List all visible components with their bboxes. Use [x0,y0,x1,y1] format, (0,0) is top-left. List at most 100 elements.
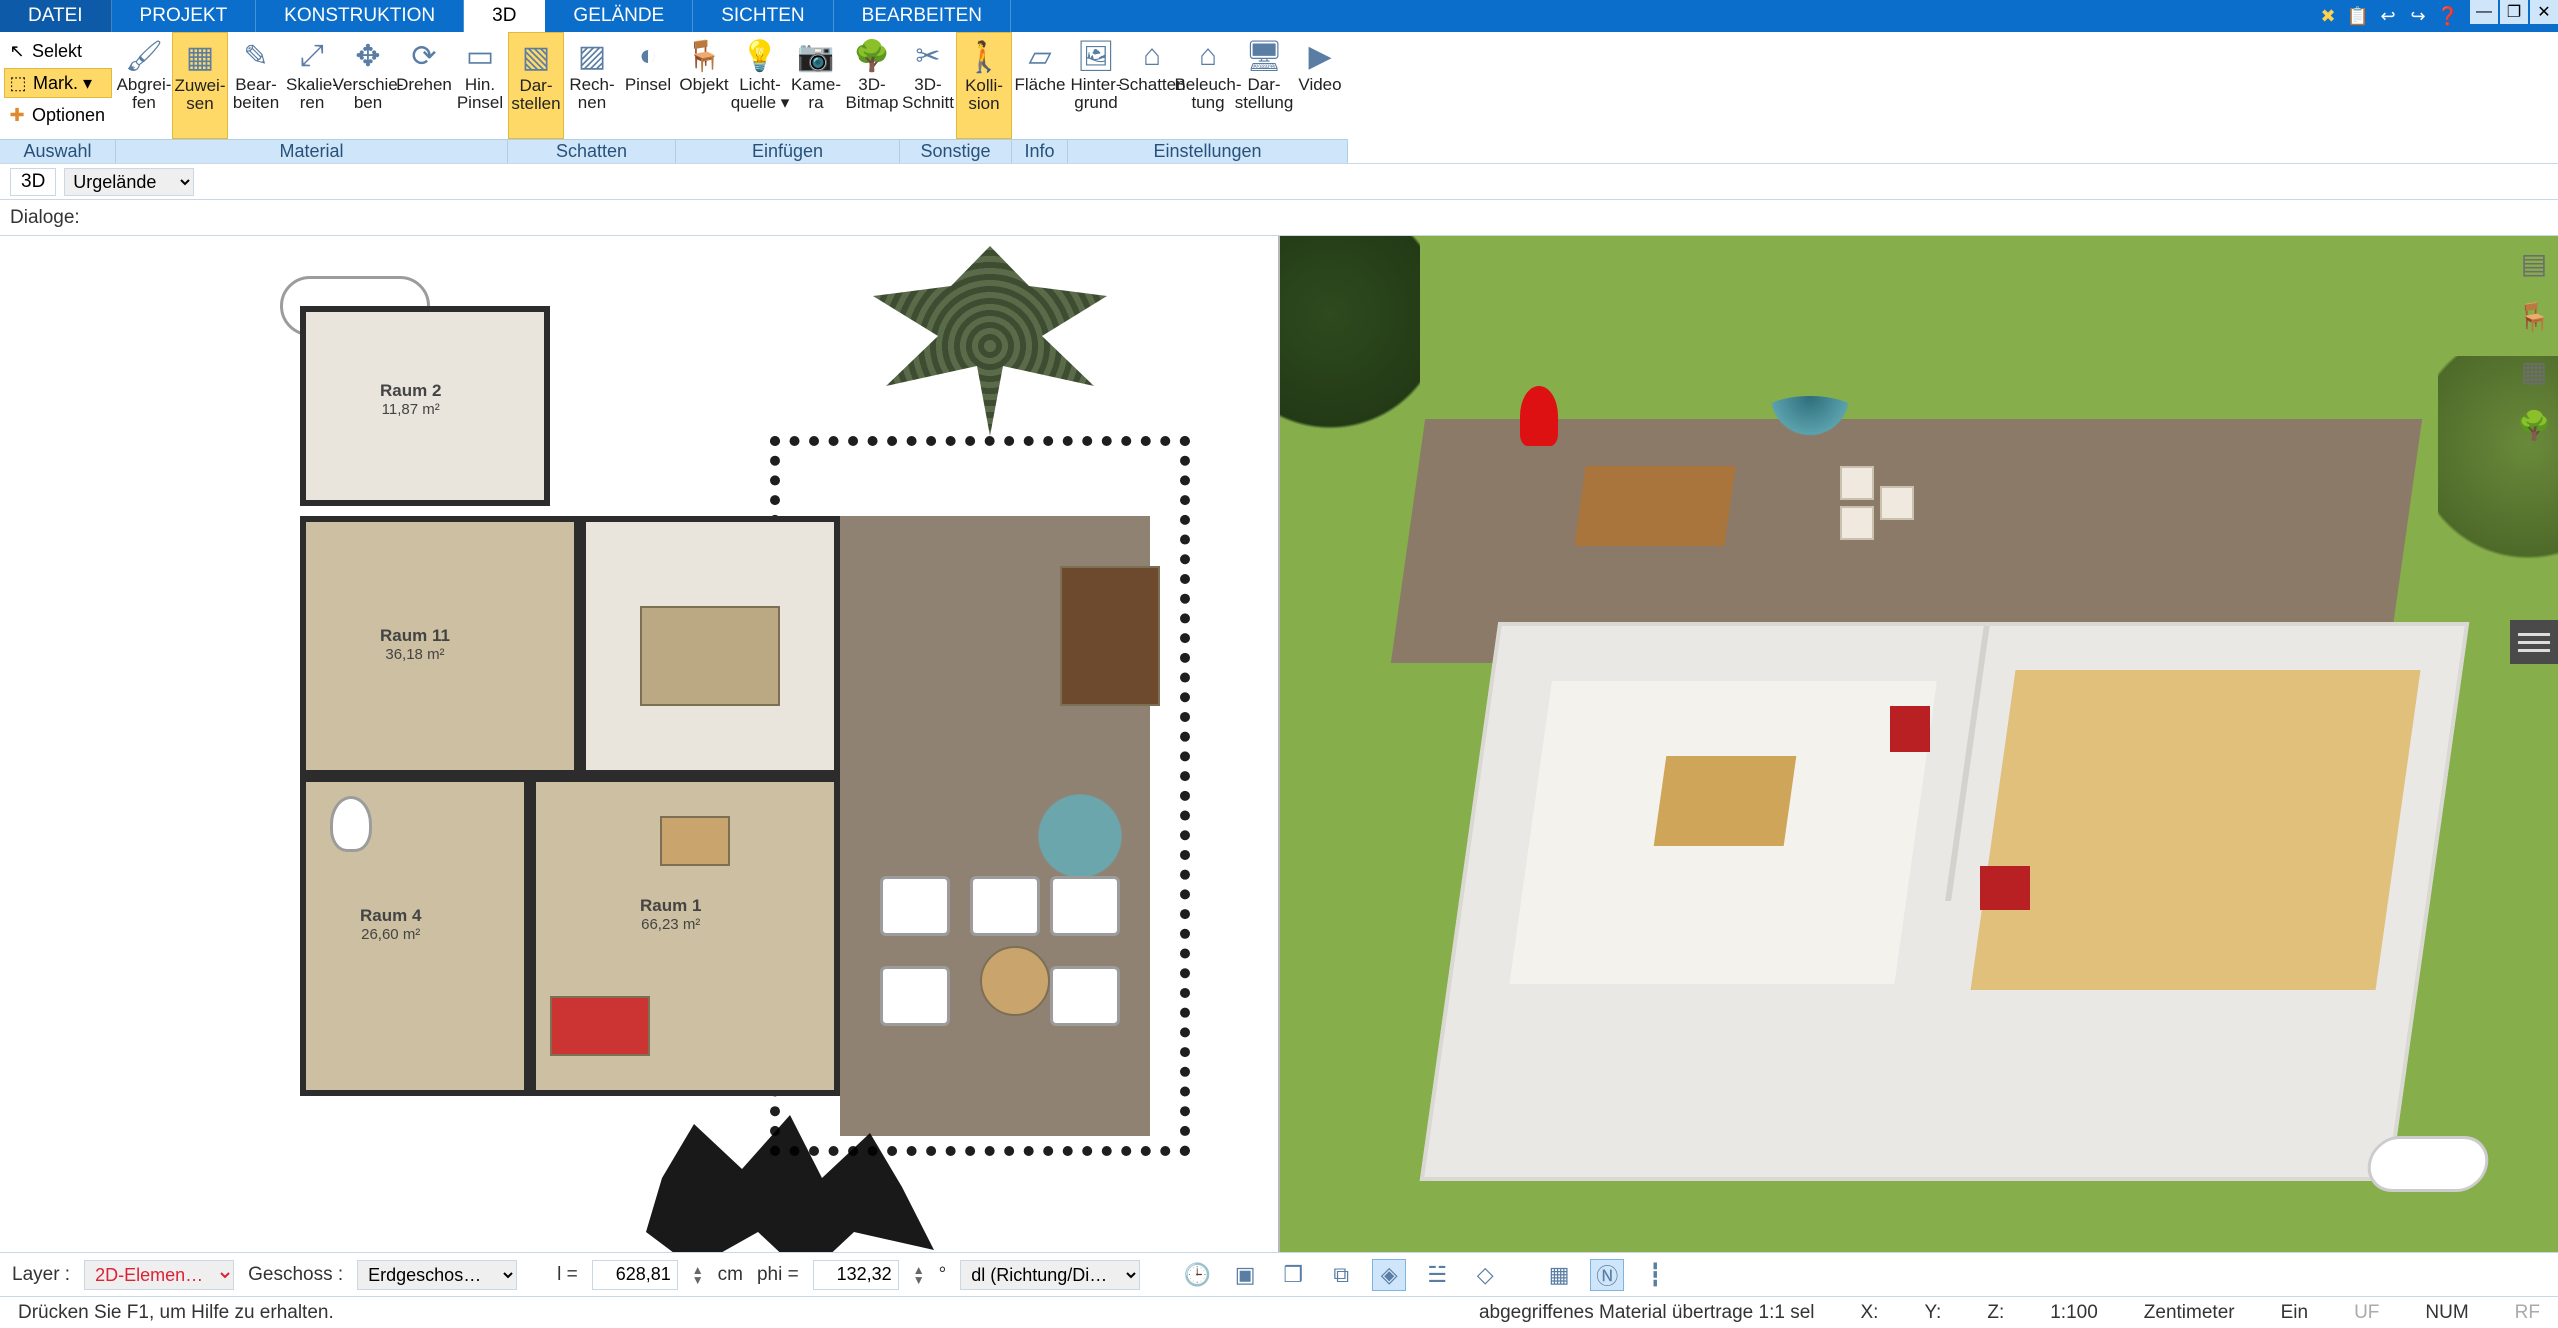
view-3d[interactable]: ▤ 🪑 ▦ 🌳 [1280,236,2558,1252]
tool-layers-icon[interactable]: ☱ [1420,1259,1454,1291]
ribbon-label: Abgrei- fen [117,76,172,112]
ribbon-material-5[interactable]: ⟳Drehen [396,32,452,139]
maximize-button[interactable]: ❐ [2500,0,2528,24]
ribbon-icon: ▦ [180,39,220,75]
tool-copy-icon[interactable]: ⧉ [1324,1259,1358,1291]
qat-icon-1[interactable]: ✖ [2316,4,2340,28]
qat-undo-icon[interactable]: ↩ [2376,4,2400,28]
ribbon-einfügen-1[interactable]: 💡Licht- quelle ▾ [732,32,788,139]
ribbon-einfügen-3[interactable]: 🌳3D- Bitmap [844,32,900,139]
ribbon-label: Skalie- ren [286,76,338,112]
panel-drag-handle[interactable] [2510,620,2558,664]
status-scale: 1:100 [2042,1302,2106,1324]
person-3d [1520,386,1558,446]
dining-table-3d [1654,756,1797,846]
view-2d[interactable]: Raum 211,87 m² Raum 1136,18 m² Raum 333,… [0,236,1280,1252]
status-z: Z: [1979,1302,2012,1324]
ribbon-label: Hin. Pinsel [457,76,503,112]
phi-input[interactable] [813,1260,899,1290]
sel-mark[interactable]: ⬚Mark. ▾ [4,68,112,98]
lounge-chair-3d [1880,486,1914,520]
qat-icon-2[interactable]: 📋 [2346,4,2370,28]
layer-select[interactable]: Urgelände [64,168,194,196]
tool-diamond2-icon[interactable]: ◇ [1468,1259,1502,1291]
room-11-label: Raum 1136,18 m² [380,626,450,663]
ribbon-sonstige-0[interactable]: ✂3D- Schnitt [900,32,956,139]
tab-sichten[interactable]: SICHTEN [693,0,833,32]
ribbon-material-2[interactable]: ✎Bear- beiten [228,32,284,139]
palette-icon[interactable]: ▦ [2515,352,2553,390]
dl-dropdown[interactable]: dl (Richtung/Di… [960,1260,1140,1290]
tab-gelaende[interactable]: GELÄNDE [545,0,693,32]
ribbon-material-4[interactable]: ✥Verschie- ben [340,32,396,139]
lounge-chair-3d [1840,506,1874,540]
workspace: Raum 211,87 m² Raum 1136,18 m² Raum 333,… [0,236,2558,1252]
ribbon-schatten-1[interactable]: ▨Rech- nen [564,32,620,139]
layers-icon[interactable]: ▤ [2515,244,2553,282]
tab-konstruktion[interactable]: KONSTRUKTION [256,0,464,32]
sel-selekt[interactable]: ↖ Selekt [4,36,112,66]
plus-icon: ✚ [8,105,26,126]
geschoss-dropdown[interactable]: Erdgeschos… [357,1260,517,1290]
group-auswahl: ↖Selekt ⬚Mark. ▾ ✚Optionen Auswahl [0,32,116,163]
ribbon-label: Bear- beiten [233,76,279,112]
ribbon-icon: ⌂ [1188,38,1228,74]
tool-stack-icon[interactable]: ❒ [1276,1259,1310,1291]
close-button[interactable]: ✕ [2530,0,2558,24]
sel-mark-label: Mark. ▾ [33,73,92,94]
group-caption: Einfügen [676,139,900,163]
tab-datei[interactable]: DATEI [0,0,112,32]
layer-dropdown[interactable]: 2D-Elemen… [84,1260,234,1290]
quick-access-icons: ✖ 📋 ↩ ↪ ❓ [2308,0,2468,32]
ribbon-schatten-0[interactable]: ▧Dar- stellen [508,32,564,139]
ribbon-label: Beleuch- tung [1174,76,1241,112]
ribbon-info-0[interactable]: ▱Fläche [1012,32,1068,139]
ribbon-label: 3D- Schnitt [902,76,954,112]
qat-redo-icon[interactable]: ↪ [2406,4,2430,28]
ribbon-sonstige-1[interactable]: 🚶Kolli- sion [956,32,1012,139]
length-input[interactable] [592,1260,678,1290]
tab-bearbeiten[interactable]: BEARBEITEN [834,0,1011,32]
room-right-3d [1971,670,2420,989]
ribbon-material-1[interactable]: ▦Zuwei- sen [172,32,228,139]
wood-table-3d [1574,466,1735,546]
tool-box-icon[interactable]: ▣ [1228,1259,1262,1291]
status-x: X: [1852,1302,1886,1324]
ribbon-einstellungen-2[interactable]: ⌂Beleuch- tung [1180,32,1236,139]
ribbon-einstellungen-4[interactable]: ▶Video [1292,32,1348,139]
qat-help-icon[interactable]: ❓ [2436,4,2460,28]
tool-n-icon[interactable]: Ⓝ [1590,1259,1624,1291]
tab-3d[interactable]: 3D [464,0,545,32]
tool-grid-icon[interactable]: ▦ [1542,1259,1576,1291]
ribbon-einstellungen-3[interactable]: 🖥Dar- stellung [1236,32,1292,139]
ribbon-material-6[interactable]: ▭Hin. Pinsel [452,32,508,139]
plant-icon[interactable]: 🌳 [2515,406,2553,444]
room-1-label: Raum 166,23 m² [640,896,701,933]
furniture-icon[interactable]: 🪑 [2515,298,2553,336]
ribbon-material-0[interactable]: 🖌Abgrei- fen [116,32,172,139]
sel-selekt-label: Selekt [32,41,82,62]
group-caption: Sonstige [900,139,1012,163]
tool-info-icon[interactable]: ┇ [1638,1259,1672,1291]
status-ins: Ein [2273,1302,2316,1324]
ribbon-einstellungen-0[interactable]: 🖼Hinter- grund [1068,32,1124,139]
tab-projekt[interactable]: PROJEKT [112,0,257,32]
sel-optionen[interactable]: ✚Optionen [4,100,112,130]
group-schatten: ▧Dar- stellen▨Rech- nen◐Pinsel Schatten [508,32,676,163]
tool-diamond-icon[interactable]: ◈ [1372,1259,1406,1291]
lounge-chair-3d [1840,466,1874,500]
house-3d [1420,622,2470,1181]
ribbon-einfügen-0[interactable]: 🪑Objekt [676,32,732,139]
minimize-button[interactable]: — [2470,0,2498,24]
ribbon-einstellungen-1[interactable]: ⌂Schatten [1124,32,1180,139]
ribbon-schatten-2[interactable]: ◐Pinsel [620,32,676,139]
ribbon-icon: 🖥 [1244,38,1284,74]
lounge-chair-2d [970,876,1040,936]
status-y: Y: [1916,1302,1949,1324]
group-caption: Einstellungen [1068,139,1348,163]
room-4-label: Raum 426,60 m² [360,906,421,943]
lounge-chair-2d [880,876,950,936]
ribbon-einfügen-2[interactable]: 📷Kame- ra [788,32,844,139]
cursor-icon: ↖ [8,41,26,62]
tool-clock-icon[interactable]: 🕒 [1180,1259,1214,1291]
